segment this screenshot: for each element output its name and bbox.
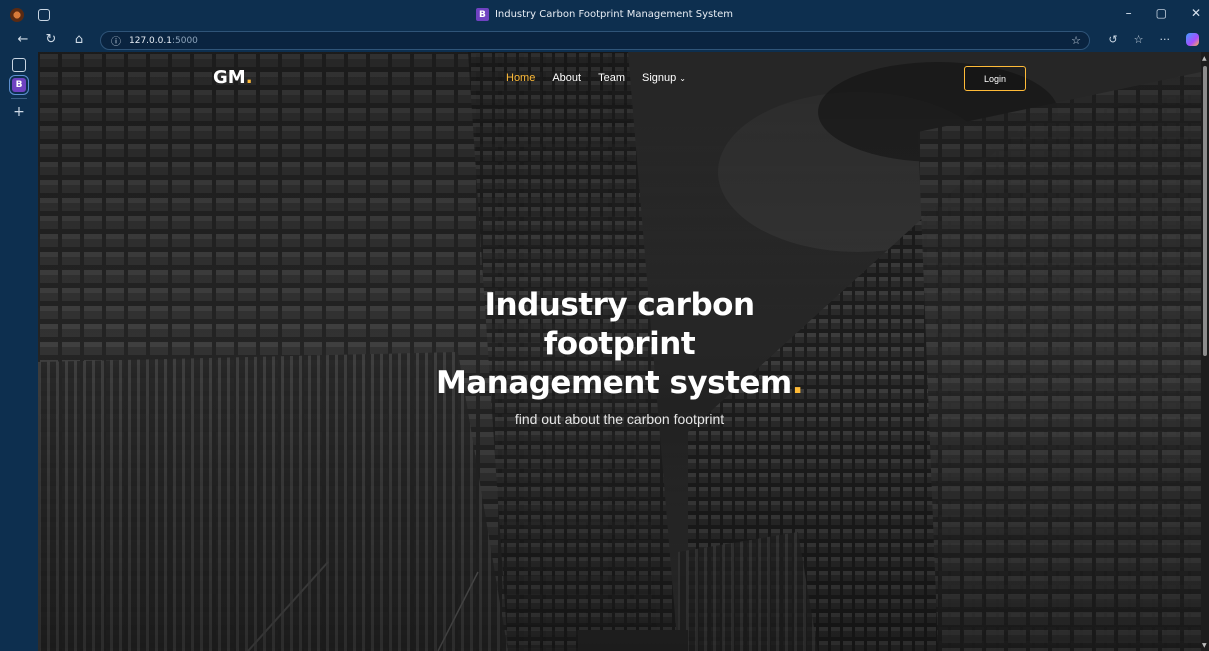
tab-actions-icon[interactable] — [12, 58, 26, 72]
logo-text: GM — [213, 67, 246, 88]
nav-signup-label: Signup — [642, 72, 677, 84]
scrollbar-thumb[interactable] — [1203, 66, 1207, 356]
new-tab-icon[interactable]: + — [12, 104, 26, 120]
nav-team-link[interactable]: Team — [598, 72, 625, 84]
nav-home-link[interactable]: Home — [506, 72, 535, 84]
vertical-tabs-sidebar: B + — [0, 52, 38, 651]
close-icon[interactable]: ✕ — [1191, 6, 1201, 20]
copilot-icon[interactable] — [1186, 33, 1199, 46]
back-icon[interactable]: ← — [12, 32, 34, 47]
browser-window: B Industry Carbon Footprint Management S… — [0, 0, 1209, 651]
window-title: B Industry Carbon Footprint Management S… — [0, 8, 1209, 21]
nav-signup-dropdown[interactable]: Signup ⌄ — [642, 72, 686, 84]
address-host: 127.0.0.1 — [129, 35, 172, 46]
home-icon[interactable]: ⌂ — [68, 32, 90, 47]
favorites-icon[interactable]: ☆ — [1134, 33, 1144, 46]
scroll-up-icon[interactable]: ▲ — [1202, 55, 1207, 62]
login-button[interactable]: Login — [964, 66, 1026, 91]
active-tab-favicon-icon[interactable]: B — [9, 75, 29, 95]
site-logo[interactable]: GM. — [213, 67, 253, 88]
address-bar[interactable]: ⓘ 127.0.0.1:5000 ☆ — [100, 31, 1090, 50]
hero-title-dot: . — [791, 365, 804, 401]
scroll-down-icon[interactable]: ▼ — [1202, 642, 1207, 649]
restore-icon[interactable]: ▢ — [1156, 6, 1167, 20]
site-info-icon[interactable]: ⓘ — [111, 33, 121, 48]
page-scrollbar[interactable]: ▲ ▼ — [1201, 52, 1209, 651]
nav-about-link[interactable]: About — [552, 72, 581, 84]
sidebar-divider — [11, 98, 27, 99]
title-bar: B Industry Carbon Footprint Management S… — [0, 0, 1209, 30]
hero-subtitle: find out about the carbon footprint — [514, 411, 725, 427]
hero-title-line-1: Industry carbon — [484, 287, 755, 323]
refresh-icon[interactable]: ↻ — [40, 32, 62, 47]
chevron-down-icon: ⌄ — [679, 74, 686, 83]
page-viewport: GM. Home About Team Signup ⌄ Login Indust… — [38, 52, 1201, 651]
window-title-text: Industry Carbon Footprint Management Sys… — [494, 9, 734, 20]
hero-title-line-2: footprint — [543, 326, 696, 362]
logo-dot: . — [245, 67, 253, 88]
hero-title: Industry carbon footprint Management sys… — [38, 286, 1201, 403]
favorite-star-icon[interactable]: ☆ — [1071, 34, 1081, 47]
refresh-extension-icon[interactable]: ↺ — [1108, 33, 1117, 46]
more-options-icon[interactable]: ··· — [1160, 33, 1171, 46]
browser-toolbar: ← ↻ ⌂ ⓘ 127.0.0.1:5000 ☆ ↺ ☆ ··· — [0, 30, 1209, 52]
hero-title-line-3: Management system — [435, 365, 792, 401]
address-port: :5000 — [171, 35, 198, 46]
minimize-icon[interactable]: – — [1126, 6, 1132, 20]
hero-section: Industry carbon footprint Management sys… — [38, 286, 1201, 427]
site-favicon-icon: B — [475, 8, 489, 21]
main-nav: Home About Team Signup ⌄ — [506, 72, 686, 84]
